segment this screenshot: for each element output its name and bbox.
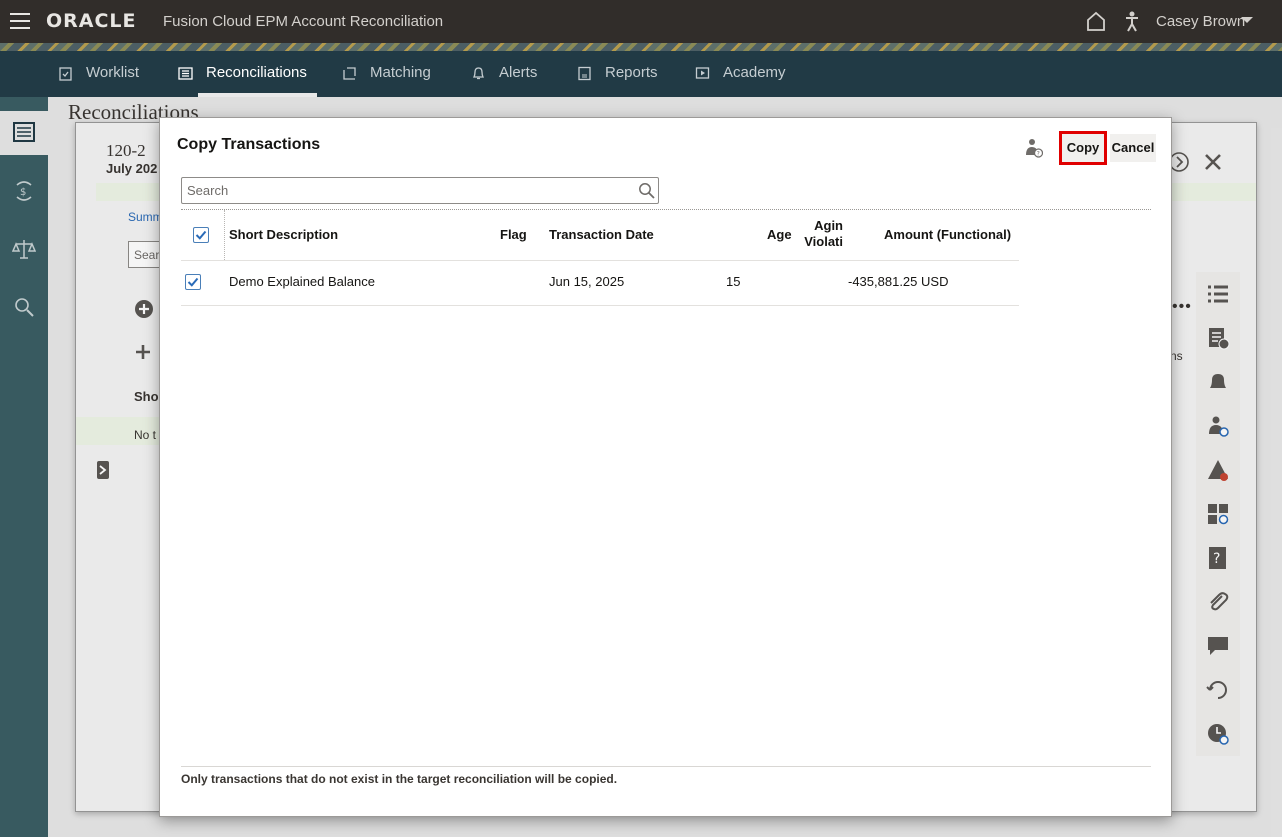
footer-divider xyxy=(181,766,1151,767)
tab-label: Alerts xyxy=(499,64,538,81)
tab-label: Worklist xyxy=(86,64,140,81)
home-icon[interactable] xyxy=(1086,10,1106,32)
column-header-line: Violati xyxy=(804,234,843,249)
tab-worklist[interactable]: Worklist xyxy=(59,51,140,97)
copy-transactions-dialog: Copy Transactions ? Copy Cancel Short De… xyxy=(159,117,1172,817)
tab-label: Reconciliations xyxy=(206,64,307,81)
check-icon xyxy=(195,230,207,240)
copy-button[interactable]: Copy xyxy=(1059,131,1107,165)
row-divider xyxy=(181,305,1019,306)
column-header-short-description[interactable]: Short Description xyxy=(229,210,338,260)
search-field xyxy=(181,177,659,204)
select-all-cell xyxy=(181,210,225,260)
select-all-checkbox[interactable] xyxy=(193,227,209,243)
clipboard-icon xyxy=(59,67,72,81)
row-checkbox[interactable] xyxy=(185,274,201,290)
column-header-amount[interactable]: Amount (Functional) xyxy=(884,210,1011,260)
dialog-title: Copy Transactions xyxy=(177,136,321,153)
menu-icon[interactable] xyxy=(10,13,30,29)
search-input[interactable] xyxy=(182,178,632,203)
matching-icon xyxy=(343,67,356,80)
column-header-aging-violation[interactable]: Agin Violati xyxy=(803,218,843,250)
cell-transaction-date: Jun 15, 2025 xyxy=(549,274,625,289)
list-icon xyxy=(178,67,193,80)
bell-icon xyxy=(472,67,485,80)
accessibility-icon[interactable] xyxy=(1124,10,1140,32)
decorative-band xyxy=(0,43,1282,51)
footer-note: Only transactions that do not exist in t… xyxy=(181,772,618,786)
search-icon[interactable] xyxy=(638,182,655,199)
cell-short-description: Demo Explained Balance xyxy=(229,274,375,289)
user-help-icon[interactable]: ? xyxy=(1025,138,1043,158)
app-header: ORACLE Fusion Cloud EPM Account Reconcil… xyxy=(0,0,1282,43)
tab-label: Academy xyxy=(723,64,786,81)
product-name: Fusion Cloud EPM Account Reconciliation xyxy=(163,13,444,30)
tab-label: Matching xyxy=(370,64,431,81)
tab-matching[interactable]: Matching xyxy=(343,51,431,97)
play-icon xyxy=(695,67,710,79)
report-icon xyxy=(578,66,591,81)
tab-alerts[interactable]: Alerts xyxy=(472,51,538,97)
main-nav: Worklist Reconciliations Matching Alerts… xyxy=(0,51,1282,97)
header-divider xyxy=(181,260,1019,261)
tab-reconciliations[interactable]: Reconciliations xyxy=(178,51,317,97)
cancel-button[interactable]: Cancel xyxy=(1110,134,1156,162)
oracle-logo: ORACLE xyxy=(46,10,137,32)
cell-age: 15 xyxy=(726,274,741,289)
user-menu[interactable]: Casey Brown xyxy=(1156,13,1245,30)
column-header-transaction-date[interactable]: Transaction Date xyxy=(549,210,654,260)
check-icon xyxy=(187,277,199,287)
tab-label: Reports xyxy=(605,64,658,81)
column-header-age[interactable]: Age xyxy=(767,210,792,260)
svg-text:?: ? xyxy=(1037,151,1040,158)
chevron-down-icon[interactable] xyxy=(1241,17,1253,23)
column-header-line: Agin xyxy=(814,218,843,233)
tab-reports[interactable]: Reports xyxy=(578,51,658,97)
column-header-flag[interactable]: Flag xyxy=(500,210,527,260)
tab-academy[interactable]: Academy xyxy=(695,51,786,97)
cell-amount: -435,881.25 USD xyxy=(848,274,949,289)
